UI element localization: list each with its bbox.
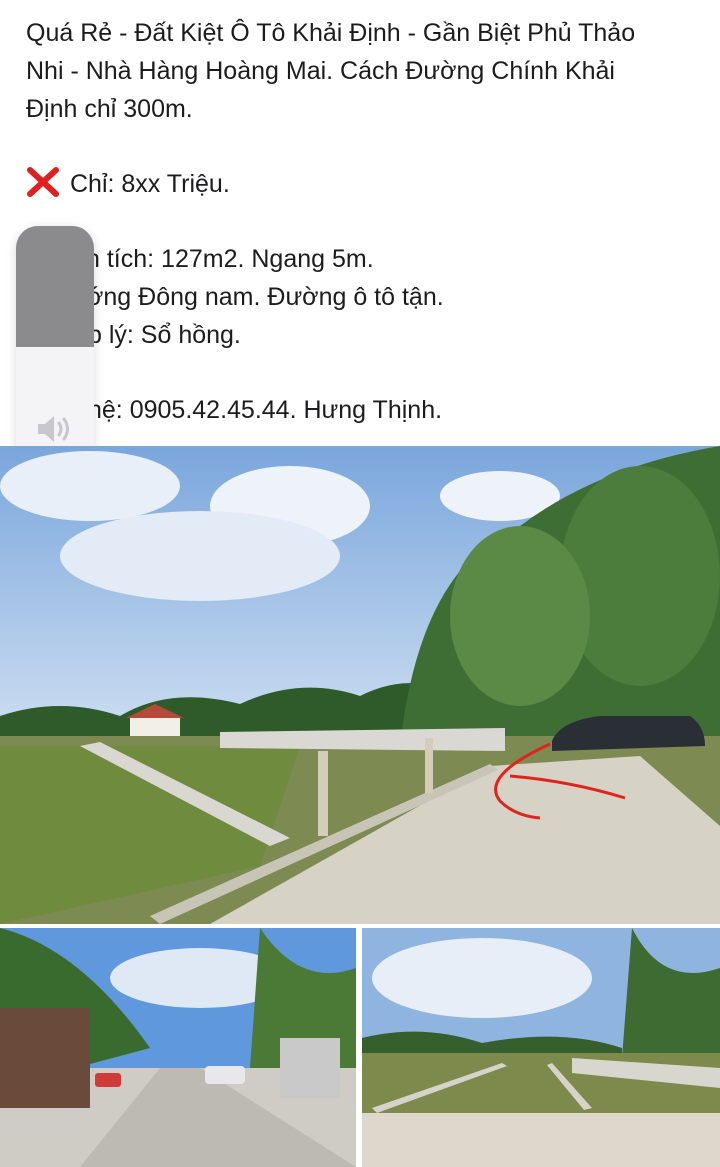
volume-level-fill (16, 226, 94, 347)
speaker-icon (38, 416, 69, 442)
price-text: Chỉ: 8xx Triệu. (70, 170, 230, 198)
red-cross-mark-icon (27, 167, 59, 197)
area-line: n tích: 127m2. Ngang 5m. (86, 245, 374, 273)
volume-hud[interactable] (16, 226, 94, 467)
post-title-line-1: Quá Rẻ - Đất Kiệt Ô Tô Khải Định - Gần B… (26, 19, 636, 47)
post-text: Quá Rẻ - Đất Kiệt Ô Tô Khải Định - Gần B… (0, 0, 720, 446)
street-photo[interactable] (0, 928, 356, 1167)
post-title-line-2: Nhi - Nhà Hàng Hoàng Mai. Cách Đường Chí… (26, 57, 615, 85)
land-photo-main[interactable] (0, 446, 720, 924)
direction-line: ớng Đông nam. Đường ô tô tận. (87, 283, 444, 311)
legal-line: p lý: Sổ hồng. (88, 321, 241, 349)
post-title-line-3: Định chỉ 300m. (26, 95, 193, 123)
lot-photo[interactable] (362, 928, 720, 1167)
contact-line[interactable]: hệ: 0905.42.45.44. Hưng Thịnh. (88, 391, 442, 429)
price-line: Chỉ: 8xx Triệu. (26, 165, 230, 203)
